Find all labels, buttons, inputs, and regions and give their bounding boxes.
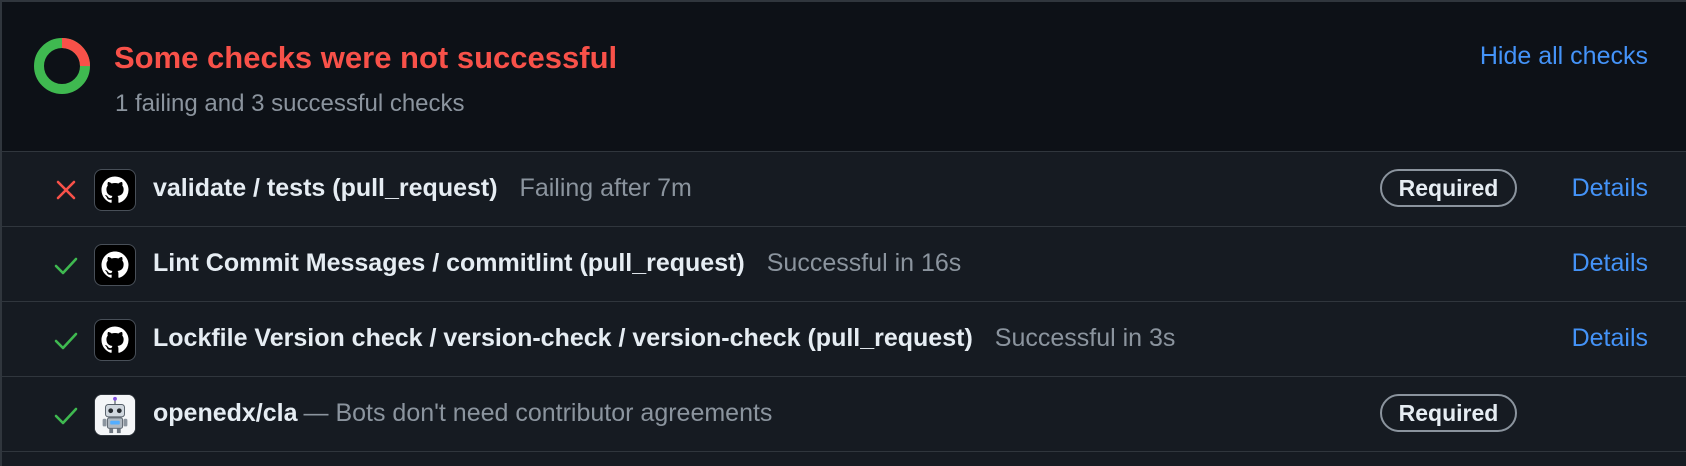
check-name: validate / tests (pull_request) bbox=[153, 174, 498, 202]
check-status-text: Successful in 16s bbox=[766, 249, 962, 277]
check-icon bbox=[52, 326, 80, 354]
summary-subtitle: 1 failing and 3 successful checks bbox=[115, 90, 465, 117]
summary-title: Some checks were not successful bbox=[114, 40, 618, 75]
check-row: Lockfile Version check / version-check /… bbox=[2, 302, 1686, 377]
details-link[interactable]: Details bbox=[1572, 174, 1648, 203]
check-name: openedx/cla bbox=[153, 399, 298, 427]
check-icon bbox=[52, 251, 80, 279]
check-icon bbox=[52, 401, 80, 429]
required-badge: Required bbox=[1380, 169, 1517, 207]
check-row: Lint Commit Messages / commitlint (pull_… bbox=[2, 227, 1686, 302]
check-row: validate / tests (pull_request) Failing a… bbox=[2, 152, 1686, 227]
github-icon bbox=[94, 244, 136, 286]
checks-panel: Some checks were not successful 1 failin… bbox=[0, 0, 1686, 466]
check-text: Lint Commit Messages / commitlint (pull_… bbox=[153, 249, 961, 278]
check-status-text: Successful in 3s bbox=[994, 324, 1176, 352]
check-text: validate / tests (pull_request) Failing a… bbox=[153, 174, 692, 203]
github-icon bbox=[94, 319, 136, 361]
github-icon bbox=[94, 169, 136, 211]
check-row: openedx/cla — Bots don't need contributor… bbox=[2, 377, 1686, 452]
checks-summary: Some checks were not successful 1 failin… bbox=[2, 2, 1686, 152]
check-status-text: — Bots don't need contributor agreements bbox=[303, 399, 773, 427]
required-badge: Required bbox=[1380, 394, 1517, 432]
hide-all-checks-link[interactable]: Hide all checks bbox=[1480, 42, 1648, 71]
check-name: Lockfile Version check / version-check /… bbox=[153, 324, 973, 352]
x-icon bbox=[52, 176, 80, 204]
robot-icon bbox=[94, 394, 136, 436]
check-status-text: Failing after 7m bbox=[519, 174, 692, 202]
check-text: openedx/cla — Bots don't need contributor… bbox=[153, 399, 772, 428]
details-link[interactable]: Details bbox=[1572, 249, 1648, 278]
details-link[interactable]: Details bbox=[1572, 324, 1648, 353]
checks-donut-icon bbox=[34, 38, 90, 94]
check-name: Lint Commit Messages / commitlint (pull_… bbox=[153, 249, 745, 277]
check-text: Lockfile Version check / version-check /… bbox=[153, 324, 1175, 353]
